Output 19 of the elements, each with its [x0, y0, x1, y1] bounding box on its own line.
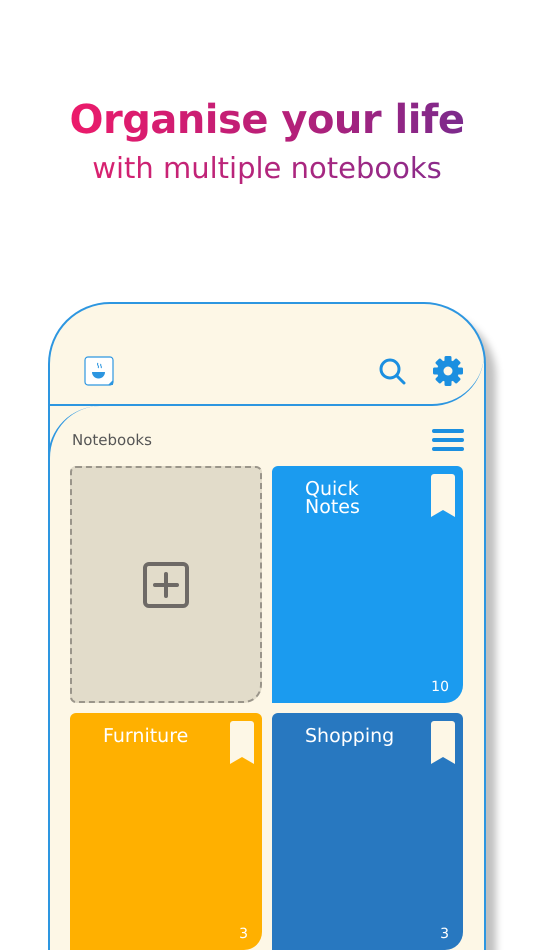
add-icon [143, 562, 189, 608]
add-notebook-button[interactable] [70, 466, 262, 703]
note-count: 10 [431, 679, 449, 695]
settings-icon[interactable] [432, 355, 464, 387]
bookmark-icon [431, 474, 455, 517]
bookmark-icon [230, 721, 254, 764]
section-title: Notebooks [72, 431, 152, 449]
notebook-card[interactable]: Quick Notes 10 [272, 466, 463, 703]
notebook-card[interactable]: Furniture 3 [70, 713, 262, 950]
app-logo-icon [84, 356, 114, 386]
notebook-card[interactable]: Shopping 3 [272, 713, 463, 950]
note-count: 3 [239, 926, 248, 942]
notebook-title: Quick Notes [305, 480, 361, 516]
notebook-title: Furniture [103, 727, 190, 745]
menu-icon[interactable] [432, 428, 464, 452]
notebook-title: Shopping [305, 727, 396, 745]
bookmark-icon [431, 721, 455, 764]
search-icon[interactable] [378, 357, 406, 385]
note-count: 3 [440, 926, 449, 942]
